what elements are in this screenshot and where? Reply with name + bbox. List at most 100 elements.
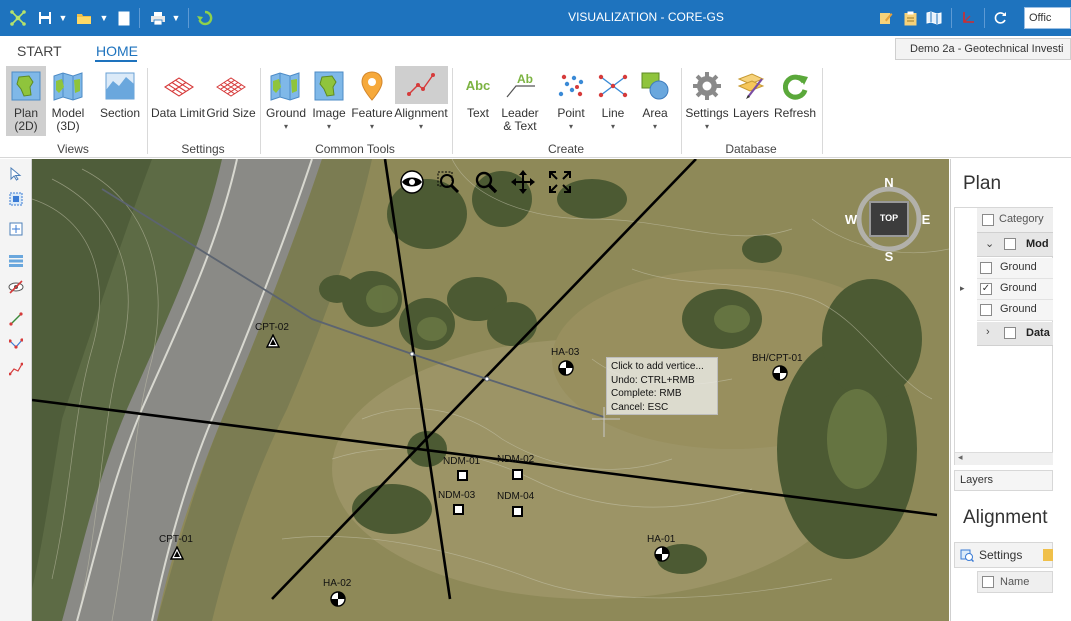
ndm-square-marker[interactable]	[453, 504, 464, 515]
titlebar-divider-2	[188, 8, 189, 28]
draw-polyline-icon[interactable]	[7, 335, 25, 353]
project-name: Demo 2a - Geotechnical Investi	[910, 43, 1064, 55]
image-icon[interactable]	[313, 70, 345, 102]
print-icon[interactable]	[148, 8, 168, 28]
group-checkbox[interactable]	[1004, 327, 1016, 339]
model-3d-icon[interactable]	[51, 70, 85, 102]
header-checkbox[interactable]	[982, 576, 994, 588]
tree-group-row[interactable]: ⌄ Mod	[977, 233, 1053, 257]
print-dropdown-icon[interactable]: ▼	[170, 8, 182, 28]
group-label: Mod	[1026, 238, 1049, 250]
pan-icon[interactable]	[510, 169, 536, 195]
cpt-triangle-marker[interactable]	[265, 333, 281, 348]
tree-row-ground-3[interactable]: Ground	[977, 300, 1053, 321]
sync-icon[interactable]	[195, 8, 215, 28]
layer-stack-icon[interactable]	[7, 252, 25, 270]
chevron-down-icon[interactable]: ⌄	[985, 237, 994, 250]
zoom-window-icon[interactable]	[435, 169, 461, 195]
group-create-label: Create	[547, 142, 585, 156]
tree-row-ground-2[interactable]: ✓ Ground	[977, 279, 1053, 300]
alignment-extra-icon[interactable]	[1043, 549, 1053, 561]
ndm-square-marker[interactable]	[457, 470, 468, 481]
text-icon[interactable]: Abc	[461, 74, 495, 96]
office-theme-field[interactable]: Offic	[1024, 7, 1071, 29]
select-arrow-icon[interactable]	[7, 165, 25, 183]
line-dropdown-icon[interactable]: ▾	[591, 120, 635, 133]
point-icon[interactable]	[554, 70, 588, 102]
open-dropdown-icon[interactable]: ▼	[98, 8, 110, 28]
tree-group-row-data[interactable]: › Data	[977, 322, 1053, 346]
axes-icon[interactable]	[958, 8, 978, 28]
project-name-box[interactable]: Demo 2a - Geotechnical Investi	[895, 38, 1071, 60]
view-eye-icon[interactable]	[399, 169, 425, 195]
row-checkbox[interactable]	[980, 262, 992, 274]
draw-alignment-icon[interactable]	[7, 360, 25, 378]
ground-dropdown-icon[interactable]: ▾	[264, 120, 308, 133]
area-icon[interactable]	[638, 70, 672, 102]
tooltip-line-4: Cancel: ESC	[611, 401, 669, 413]
header-checkbox[interactable]	[982, 214, 994, 226]
refresh-icon[interactable]	[778, 70, 812, 102]
point-dropdown-icon[interactable]: ▾	[549, 120, 593, 133]
settings-dropdown-icon[interactable]: ▾	[685, 120, 729, 133]
map-icon[interactable]	[924, 8, 944, 28]
grid-size-icon[interactable]	[214, 72, 248, 102]
ndm-square-marker[interactable]	[512, 506, 523, 517]
save-dropdown-icon[interactable]: ▼	[57, 8, 69, 28]
reload-icon[interactable]	[990, 8, 1010, 28]
tab-home[interactable]: HOME	[96, 43, 138, 59]
map-point-label: HA-02	[323, 578, 352, 589]
compass[interactable]: TOP N S W E	[840, 173, 940, 273]
data-limit-icon[interactable]	[162, 72, 196, 102]
cpt-triangle-marker[interactable]	[169, 545, 185, 560]
plan-tree-header[interactable]: Category	[977, 208, 1053, 233]
scroll-left-icon[interactable]: ◂	[958, 452, 963, 463]
row-checkbox[interactable]	[980, 304, 992, 316]
tab-start[interactable]: START	[17, 43, 62, 59]
edit-notes-icon[interactable]	[877, 8, 895, 28]
feature-dropdown-icon[interactable]: ▾	[350, 120, 394, 133]
plan-panel-title: Plan	[963, 173, 1002, 194]
image-dropdown-icon[interactable]: ▾	[308, 120, 350, 133]
layers-tab[interactable]: Layers	[954, 470, 1053, 491]
open-folder-icon[interactable]	[74, 8, 94, 28]
app-network-icon[interactable]	[8, 8, 28, 28]
clipboard-icon[interactable]	[901, 8, 919, 28]
borehole-circle-marker[interactable]	[330, 591, 346, 607]
zoom-extents-icon[interactable]	[7, 220, 25, 238]
new-document-icon[interactable]	[116, 8, 132, 28]
save-icon[interactable]	[36, 8, 54, 28]
text-label: Text	[466, 106, 489, 120]
alignment-panel-title: Alignment	[963, 507, 1048, 528]
alignment-settings-label[interactable]: Settings	[979, 548, 1022, 562]
area-dropdown-icon[interactable]: ▾	[633, 120, 677, 133]
layers-icon[interactable]	[734, 70, 768, 102]
alignment-settings-icon[interactable]	[960, 548, 975, 563]
fullscreen-icon[interactable]	[547, 169, 573, 195]
borehole-circle-marker[interactable]	[654, 546, 670, 562]
leader-text-icon[interactable]: Ab	[503, 70, 539, 100]
ndm-square-marker[interactable]	[512, 469, 523, 480]
map-canvas[interactable]: TOP N S W E CPT-02 HA-03 BH/CPT-01 NDM-0…	[32, 159, 949, 621]
horizontal-scrollbar[interactable]: ◂	[955, 452, 1053, 465]
section-icon[interactable]	[104, 70, 136, 102]
section-label: Section	[99, 106, 141, 120]
tree-row-ground-1[interactable]: Ground	[977, 258, 1053, 279]
row-expander-icon[interactable]: ▸	[960, 283, 965, 294]
settings-gear-icon[interactable]	[690, 70, 724, 102]
draw-line-icon[interactable]	[7, 310, 25, 328]
select-rectangle-icon[interactable]	[7, 190, 25, 208]
group-views-label: Views	[57, 142, 89, 156]
chevron-right-icon[interactable]: ›	[986, 326, 990, 338]
line-icon[interactable]	[596, 70, 630, 102]
alignment-dropdown-icon[interactable]: ▾	[393, 120, 449, 133]
zoom-icon[interactable]	[473, 169, 499, 195]
borehole-circle-marker[interactable]	[558, 360, 574, 376]
feature-icon[interactable]	[356, 70, 388, 102]
ground-icon[interactable]	[268, 70, 302, 102]
hide-visibility-icon[interactable]	[7, 278, 25, 296]
borehole-circle-marker[interactable]	[772, 365, 788, 381]
row-checkbox-checked[interactable]: ✓	[980, 283, 992, 295]
group-checkbox[interactable]	[1004, 238, 1016, 250]
alignment-table-header[interactable]: Name	[977, 571, 1053, 593]
